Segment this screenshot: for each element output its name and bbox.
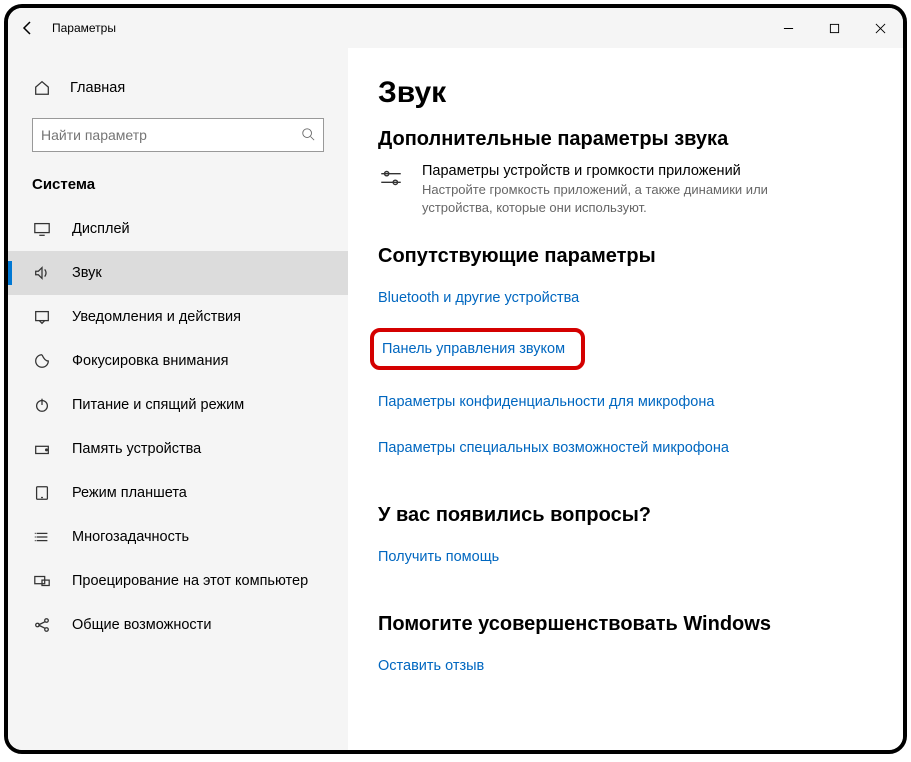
content-pane: Звук Дополнительные параметры звука Пара… <box>348 48 903 750</box>
multitask-icon <box>32 527 52 547</box>
sliders-icon <box>378 163 406 196</box>
sidebar-item-shared[interactable]: Общие возможности <box>8 603 348 647</box>
sidebar-item-label: Питание и спящий режим <box>72 397 244 413</box>
highlight-sound-panel: Панель управления звуком <box>370 328 585 370</box>
maximize-button[interactable] <box>811 8 857 48</box>
window-title: Параметры <box>48 21 116 35</box>
sidebar-item-label: Режим планшета <box>72 485 187 501</box>
sidebar-item-label: Уведомления и действия <box>72 309 241 325</box>
link-sound-control-panel[interactable]: Панель управления звуком <box>382 341 565 357</box>
sound-icon <box>32 263 52 283</box>
sidebar-item-label: Проецирование на этот компьютер <box>72 573 308 589</box>
project-icon <box>32 571 52 591</box>
close-button[interactable] <box>857 8 903 48</box>
feedback-heading: Помогите усовершенствовать Windows <box>378 613 873 636</box>
section-label: Система <box>8 170 348 207</box>
page-title: Звук <box>378 76 873 110</box>
notifications-icon <box>32 307 52 327</box>
related-heading: Сопутствующие параметры <box>378 245 873 268</box>
home-icon <box>32 78 52 98</box>
link-get-help[interactable]: Получить помощь <box>378 549 499 565</box>
sidebar-item-notifications[interactable]: Уведомления и действия <box>8 295 348 339</box>
sidebar-item-tablet[interactable]: Режим планшета <box>8 471 348 515</box>
link-mic-ease[interactable]: Параметры специальных возможностей микро… <box>378 440 729 456</box>
shared-icon <box>32 615 52 635</box>
app-volume-row[interactable]: Параметры устройств и громкости приложен… <box>378 163 873 217</box>
minimize-button[interactable] <box>765 8 811 48</box>
focus-icon <box>32 351 52 371</box>
sidebar: Главная Система Дисплей Звук Уведомления… <box>8 48 348 750</box>
sidebar-item-label: Звук <box>72 265 102 281</box>
advanced-heading: Дополнительные параметры звука <box>378 128 873 151</box>
sidebar-item-label: Фокусировка внимания <box>72 353 228 369</box>
link-feedback[interactable]: Оставить отзыв <box>378 658 484 674</box>
search-icon <box>301 127 315 144</box>
sidebar-item-focus[interactable]: Фокусировка внимания <box>8 339 348 383</box>
home-link[interactable]: Главная <box>8 66 348 110</box>
link-bluetooth[interactable]: Bluetooth и другие устройства <box>378 290 579 306</box>
search-input[interactable] <box>41 127 301 143</box>
sidebar-item-project[interactable]: Проецирование на этот компьютер <box>8 559 348 603</box>
back-button[interactable] <box>8 8 48 48</box>
sidebar-item-label: Общие возможности <box>72 617 211 633</box>
sidebar-item-sound[interactable]: Звук <box>8 251 348 295</box>
sidebar-item-multitask[interactable]: Многозадачность <box>8 515 348 559</box>
search-box[interactable] <box>32 118 324 152</box>
home-label: Главная <box>70 80 125 96</box>
titlebar: Параметры <box>8 8 903 48</box>
sidebar-item-display[interactable]: Дисплей <box>8 207 348 251</box>
sidebar-item-power[interactable]: Питание и спящий режим <box>8 383 348 427</box>
sidebar-item-label: Память устройства <box>72 441 201 457</box>
link-mic-privacy[interactable]: Параметры конфиденциальности для микрофо… <box>378 394 714 410</box>
storage-icon <box>32 439 52 459</box>
sidebar-item-label: Дисплей <box>72 221 130 237</box>
display-icon <box>32 219 52 239</box>
help-heading: У вас появились вопросы? <box>378 504 873 527</box>
app-volume-subtitle: Настройте громкость приложений, а также … <box>422 181 782 217</box>
sidebar-item-label: Многозадачность <box>72 529 189 545</box>
app-volume-title: Параметры устройств и громкости приложен… <box>422 163 782 179</box>
sidebar-item-storage[interactable]: Память устройства <box>8 427 348 471</box>
tablet-icon <box>32 483 52 503</box>
power-icon <box>32 395 52 415</box>
